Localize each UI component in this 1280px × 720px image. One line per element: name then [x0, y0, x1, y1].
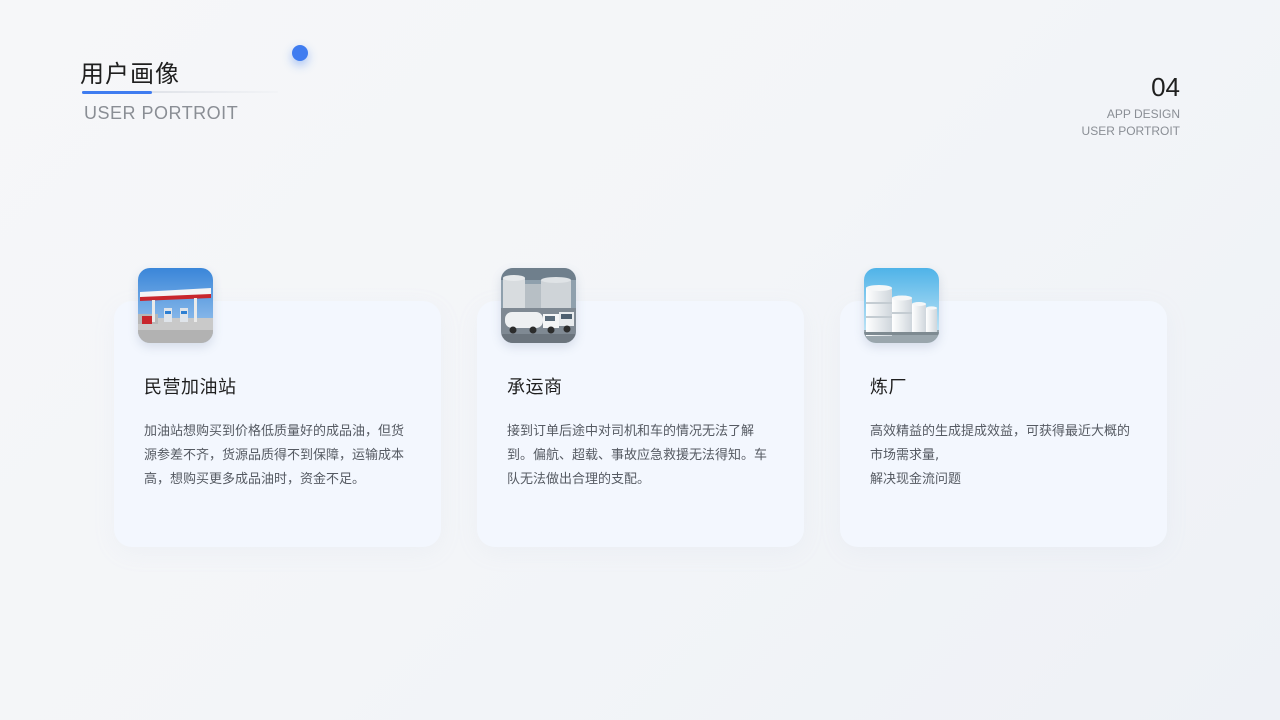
card-title: 民营加油站: [144, 377, 237, 398]
refinery-tanks-icon: [864, 268, 939, 343]
page-subtitle: USER PORTROIT: [84, 103, 239, 123]
meta-line-user-portroit: USER PORTROIT: [1081, 124, 1180, 138]
card-description: 接到订单后途中对司机和车的情况无法了解到。偏航、超载、事故应急救援无法得知。车队…: [507, 424, 768, 487]
tanker-truck-icon: [501, 268, 576, 343]
page-meta: APP DESIGN USER PORTROIT: [1082, 106, 1180, 140]
card-title: 承运商: [507, 377, 563, 398]
page-title: 用户画像: [80, 60, 180, 88]
page-number: 04: [1151, 72, 1180, 102]
card-carrier: 承运商 接到订单后途中对司机和车的情况无法了解到。偏航、超载、事故应急救援无法得…: [477, 268, 804, 547]
card-description: 加油站想购买到价格低质量好的成品油，但货源参差不齐，货源品质得不到保障，运输成本…: [144, 424, 405, 487]
title-accent-bar: [82, 91, 152, 94]
card-gas-station: 民营加油站 加油站想购买到价格低质量好的成品油，但货源参差不齐，货源品质得不到保…: [114, 268, 441, 547]
card-title: 炼厂: [870, 377, 907, 398]
accent-dot: [292, 45, 308, 61]
gas-station-icon: [138, 268, 213, 343]
meta-line-app-design: APP DESIGN: [1106, 107, 1180, 121]
card-refinery: 炼厂 高效精益的生成提成效益，可获得最近大概的市场需求量, 解决现金流问题: [840, 268, 1167, 547]
card-description: 高效精益的生成提成效益，可获得最近大概的市场需求量, 解决现金流问题: [870, 424, 1131, 487]
